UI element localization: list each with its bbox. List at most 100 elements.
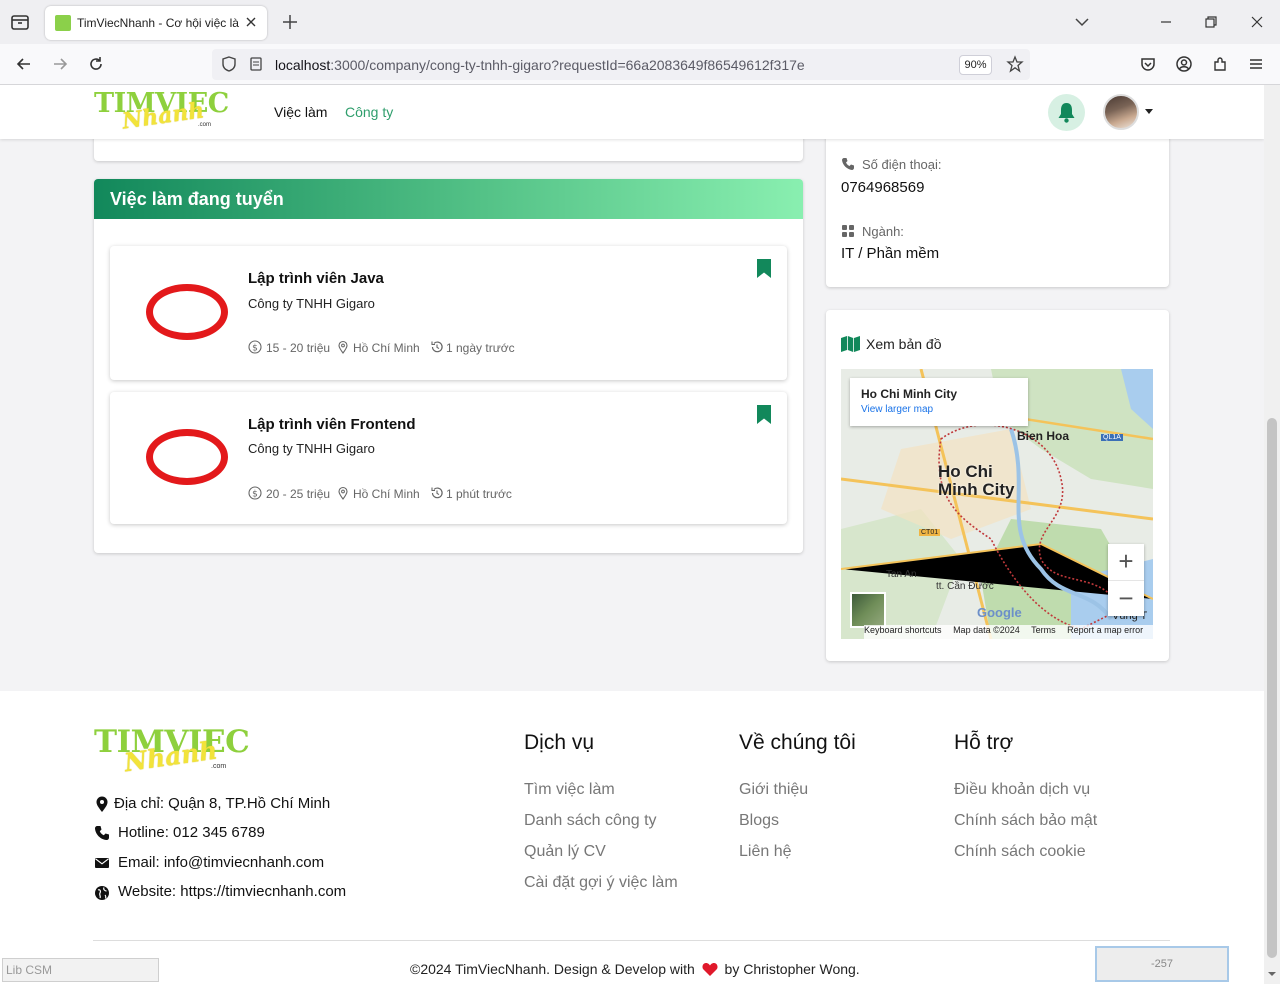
zoom-in-button[interactable]: +	[1108, 544, 1144, 580]
footer-link[interactable]: Điều khoản dịch vụ	[954, 781, 1090, 799]
reload-icon[interactable]	[86, 54, 106, 74]
account-icon[interactable]	[1174, 54, 1194, 74]
grid-icon	[842, 225, 854, 237]
footer-website: Website: https://timviecnhanh.com	[118, 883, 347, 900]
address-bar[interactable]: localhost:3000/company/cong-ty-tnhh-giga…	[212, 49, 1030, 80]
footer-link[interactable]: Liên hệ	[739, 843, 792, 861]
bookmark-icon[interactable]	[757, 405, 771, 424]
footer-link[interactable]: Chính sách bảo mật	[954, 812, 1097, 830]
tab-overflow-chevron-icon[interactable]	[1072, 12, 1092, 32]
footer-link[interactable]: Danh sách công ty	[524, 812, 657, 830]
job-location: Hồ Chí Minh	[353, 487, 420, 501]
url-host: localhost	[275, 57, 331, 73]
footer-divider	[93, 940, 1170, 941]
location-pin-icon	[338, 340, 348, 354]
close-tab-icon[interactable]	[243, 14, 259, 30]
restore-icon[interactable]	[1201, 12, 1221, 32]
embedded-map[interactable]: Ho Chi Minh City Bien Hoa Tan An tt. Cần…	[841, 369, 1153, 639]
job-location: Hồ Chí Minh	[353, 341, 420, 355]
map-attribution-bar: Keyboard shortcuts Map data ©2024 Terms …	[864, 625, 1153, 639]
job-salary: 20 - 25 triệu	[266, 487, 331, 501]
logo-suffix: .com	[211, 763, 227, 770]
industry-label: Ngành:	[862, 224, 904, 239]
map-label-tan-an: Tan An	[886, 569, 917, 580]
logo-suffix: .com	[198, 122, 212, 128]
location-pin-icon	[96, 796, 108, 812]
browser-tab-bar: TimViecNhanh - Cơ hội việc làm	[0, 0, 1280, 44]
copyright-text: ©2024 TimViecNhanh. Design & Develop wit…	[410, 961, 860, 977]
scrollbar-thumb[interactable]	[1267, 418, 1277, 958]
minimize-icon[interactable]	[1156, 12, 1176, 32]
page-info-icon[interactable]	[248, 56, 264, 72]
map-popup-title: Ho Chi Minh City	[861, 387, 957, 401]
user-avatar[interactable]	[1103, 94, 1139, 130]
job-title[interactable]: Lập trình viên Java	[248, 270, 384, 287]
pocket-icon[interactable]	[1138, 54, 1158, 74]
page-scrollbar[interactable]	[1264, 85, 1280, 984]
overlay-right-widget[interactable]: -257	[1095, 946, 1229, 982]
map-card: Xem bản đồ Ho Chi Minh City Bien Hoa Tan…	[826, 310, 1169, 661]
job-item[interactable]: Lập trình viên Java Công ty TNHH Gigaro …	[110, 246, 787, 380]
jobs-card-header: Việc làm đang tuyển	[94, 179, 803, 219]
satellite-toggle-button[interactable]	[850, 592, 886, 628]
footer-link[interactable]: Quản lý CV	[524, 843, 606, 861]
location-pin-icon	[338, 486, 348, 500]
job-salary: 15 - 20 triệu	[266, 341, 331, 355]
map-label-city: Ho Chi	[938, 462, 993, 481]
nav-companies[interactable]: Công ty	[345, 104, 393, 120]
footer-link[interactable]: Cài đặt gợi ý việc làm	[524, 874, 678, 892]
map-label-ct01: CT01	[919, 529, 941, 536]
nav-jobs[interactable]: Việc làm	[274, 104, 327, 120]
google-logo: Google	[977, 605, 1022, 620]
job-item[interactable]: Lập trình viên Frontend Công ty TNHH Gig…	[110, 392, 787, 524]
footer-link[interactable]: Giới thiệu	[739, 781, 808, 799]
bookmark-icon[interactable]	[757, 259, 771, 278]
map-data-text: Map data ©2024	[953, 625, 1020, 635]
menu-hamburger-icon[interactable]	[1246, 54, 1266, 74]
favicon-icon	[55, 15, 71, 31]
view-larger-map-link[interactable]: View larger map	[861, 404, 933, 415]
copyright-prefix: ©2024 TimViecNhanh. Design & Develop wit…	[410, 961, 695, 977]
zoom-out-button[interactable]: −	[1108, 580, 1144, 616]
terms-link[interactable]: Terms	[1031, 625, 1056, 635]
caret-down-icon[interactable]	[1145, 109, 1153, 114]
job-posted-time: 1 ngày trước	[446, 341, 515, 355]
footer-link[interactable]: Tìm việc làm	[524, 781, 615, 799]
site-logo[interactable]: TIMVIEC Nhanh .com	[94, 89, 229, 135]
keyboard-shortcuts-link[interactable]: Keyboard shortcuts	[864, 625, 942, 635]
shield-icon[interactable]	[220, 55, 238, 73]
back-arrow-icon[interactable]	[14, 54, 34, 74]
forward-arrow-icon[interactable]	[50, 54, 70, 74]
new-tab-icon[interactable]	[280, 12, 300, 32]
map-label-city-2: Minh City	[938, 480, 1015, 499]
company-logo	[146, 429, 228, 485]
footer-hotline: Hotline: 012 345 6789	[118, 824, 265, 841]
browser-tab[interactable]: TimViecNhanh - Cơ hội việc làm	[45, 6, 267, 40]
history-icon	[431, 341, 443, 353]
job-title[interactable]: Lập trình viên Frontend	[248, 416, 416, 433]
heart-icon	[702, 963, 718, 976]
phone-value: 0764968569	[841, 179, 925, 196]
footer-link[interactable]: Chính sách cookie	[954, 843, 1086, 861]
copyright-suffix: by Christopher Wong.	[724, 961, 860, 977]
scroll-down-arrow-icon[interactable]	[1267, 969, 1277, 979]
overlay-left-widget[interactable]: Lib CSM	[2, 958, 159, 982]
bookmark-star-icon[interactable]	[1006, 55, 1024, 73]
notification-button[interactable]	[1048, 94, 1085, 131]
extensions-icon[interactable]	[1210, 54, 1230, 74]
envelope-icon	[95, 858, 109, 868]
footer-link[interactable]: Blogs	[739, 812, 779, 830]
industry-value: IT / Phần mềm	[841, 245, 940, 262]
footer-logo[interactable]: TIMVIEC Nhanh .com	[94, 725, 250, 777]
tab-title: TimViecNhanh - Cơ hội việc làm	[77, 16, 239, 30]
tab-list-icon[interactable]	[8, 10, 32, 34]
zoom-level-badge[interactable]: 90%	[959, 55, 992, 75]
url-text[interactable]: localhost:3000/company/cong-ty-tnhh-giga…	[275, 57, 805, 73]
svg-text:$: $	[252, 343, 258, 353]
report-map-error-link[interactable]: Report a map error	[1067, 625, 1143, 635]
job-company: Công ty TNHH Gigaro	[248, 441, 375, 456]
window-close-icon[interactable]	[1247, 12, 1267, 32]
site-header: TIMVIEC Nhanh .com Việc làm Công ty	[0, 85, 1264, 139]
url-path: :3000/company/cong-ty-tnhh-gigaro?reques…	[330, 57, 805, 73]
phone-label: Số điện thoại:	[862, 157, 942, 172]
